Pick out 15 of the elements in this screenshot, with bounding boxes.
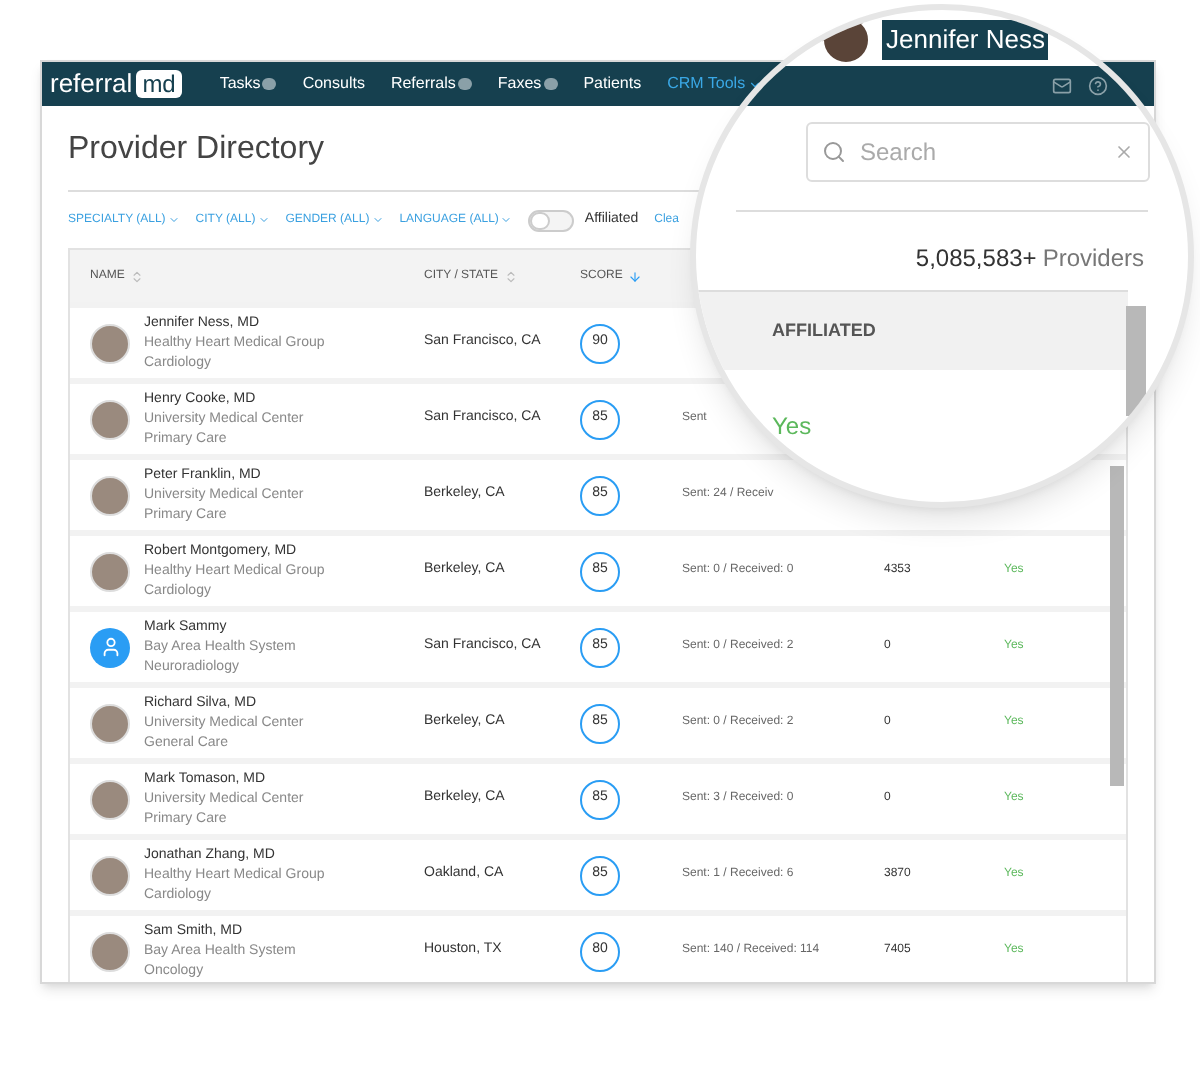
nav-link[interactable]: CRM Tools [667,72,762,96]
logo-badge: md [136,70,182,98]
column-header[interactable]: AFFILIATED [772,317,876,345]
nav-link[interactable]: Consults [302,72,365,96]
nav-link[interactable]: Referrals [390,72,456,96]
provider-count: 5,085,583+ [915,242,1037,276]
user-name[interactable]: Jennifer Ness [882,20,1049,60]
affiliated-value: Yes [772,410,812,444]
nav-link[interactable]: Faxes [497,72,542,96]
nav-link[interactable]: Tasks [219,72,261,96]
search-field[interactable]: Search [806,122,1150,182]
page-title: Provider Directory [68,132,325,166]
logo-text: referral [50,66,133,103]
provider-count-label: Providers [1042,242,1144,276]
nav-link[interactable]: Patients [583,72,642,96]
